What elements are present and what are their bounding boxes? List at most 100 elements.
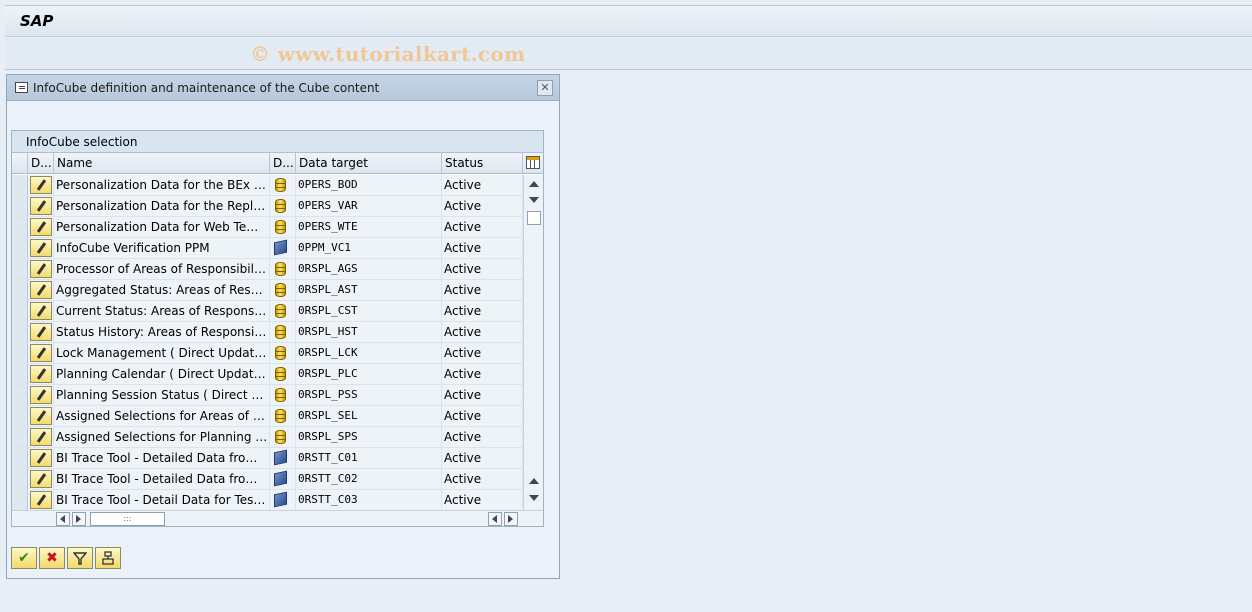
row-selector[interactable] xyxy=(12,175,28,195)
hierarchy-button[interactable] xyxy=(95,547,121,569)
horizontal-scrollbar[interactable]: ::: xyxy=(12,510,543,526)
table-row[interactable]: Current Status: Areas of Responsibility.… xyxy=(12,301,523,322)
name-cell[interactable]: InfoCube Verification PPM xyxy=(54,238,270,258)
row-selector[interactable] xyxy=(12,469,28,489)
edit-pencil-icon[interactable] xyxy=(30,239,52,257)
row-selector[interactable] xyxy=(12,427,28,447)
row-selector[interactable] xyxy=(12,280,28,300)
edit-pencil-icon[interactable] xyxy=(30,491,52,509)
edit-pencil-icon[interactable] xyxy=(30,407,52,425)
status-cell[interactable]: Active xyxy=(442,301,523,321)
name-cell[interactable]: Status History: Areas of Responsibility … xyxy=(54,322,270,342)
data-target-cell[interactable]: 0RSPL_AST xyxy=(296,280,442,300)
data-target-cell[interactable]: 0RSTT_C01 xyxy=(296,448,442,468)
data-target-cell[interactable]: 0RSPL_PLC xyxy=(296,364,442,384)
column-header-display[interactable]: D... xyxy=(28,153,54,173)
table-row[interactable]: Assigned Selections for Planning Sessi..… xyxy=(12,427,523,448)
data-target-cell[interactable]: 0PERS_VAR xyxy=(296,196,442,216)
name-cell[interactable]: Current Status: Areas of Responsibility.… xyxy=(54,301,270,321)
name-cell[interactable]: Processor of Areas of Responsibility ( .… xyxy=(54,259,270,279)
name-cell[interactable]: Lock Management ( Direct Update ) xyxy=(54,343,270,363)
status-cell[interactable]: Active xyxy=(442,238,523,258)
status-cell[interactable]: Active xyxy=(442,175,523,195)
row-selector[interactable] xyxy=(12,343,28,363)
horizontal-scroll-thumb[interactable]: ::: xyxy=(90,512,165,526)
row-selector[interactable] xyxy=(12,301,28,321)
row-selector[interactable] xyxy=(12,490,28,510)
name-cell[interactable]: BI Trace Tool - Detailed Data from Te... xyxy=(54,448,270,468)
name-cell[interactable]: BI Trace Tool - Detailed Data from th... xyxy=(54,469,270,489)
data-target-cell[interactable]: 0RSTT_C03 xyxy=(296,490,442,510)
close-icon[interactable]: ✕ xyxy=(537,80,553,96)
table-row[interactable]: Assigned Selections for Areas of Resp...… xyxy=(12,406,523,427)
data-target-cell[interactable]: 0PERS_BOD xyxy=(296,175,442,195)
name-cell[interactable]: Planning Session Status ( Direct Upda... xyxy=(54,385,270,405)
scroll-down-icon[interactable] xyxy=(529,197,539,203)
status-cell[interactable]: Active xyxy=(442,322,523,342)
scroll-far-right-button[interactable] xyxy=(504,512,518,526)
name-cell[interactable]: Personalization Data for Web Templat... xyxy=(54,217,270,237)
table-row[interactable]: Status History: Areas of Responsibility … xyxy=(12,322,523,343)
table-row[interactable]: Planning Session Status ( Direct Upda...… xyxy=(12,385,523,406)
data-target-cell[interactable]: 0RSPL_PSS xyxy=(296,385,442,405)
status-cell[interactable]: Active xyxy=(442,427,523,447)
table-row[interactable]: Planning Calendar ( Direct Update ) 0RSPL… xyxy=(12,364,523,385)
data-target-cell[interactable]: 0PPM_VC1 xyxy=(296,238,442,258)
status-cell[interactable]: Active xyxy=(442,490,523,510)
column-header-name[interactable]: Name xyxy=(54,153,270,173)
cancel-button[interactable]: ✖ xyxy=(39,547,65,569)
edit-pencil-icon[interactable] xyxy=(30,176,52,194)
name-cell[interactable]: BI Trace Tool - Detail Data for Test E..… xyxy=(54,490,270,510)
table-row[interactable]: InfoCube Verification PPM 0PPM_VC1 Active xyxy=(12,238,523,259)
status-cell[interactable]: Active xyxy=(442,343,523,363)
edit-pencil-icon[interactable] xyxy=(30,260,52,278)
status-cell[interactable]: Active xyxy=(442,196,523,216)
table-row[interactable]: Processor of Areas of Responsibility ( .… xyxy=(12,259,523,280)
edit-pencil-icon[interactable] xyxy=(30,365,52,383)
layout-config-button[interactable] xyxy=(523,153,543,173)
name-cell[interactable]: Personalization Data for the BEx Open... xyxy=(54,175,270,195)
data-target-cell[interactable]: 0RSPL_AGS xyxy=(296,259,442,279)
data-target-cell[interactable]: 0RSPL_CST xyxy=(296,301,442,321)
status-cell[interactable]: Active xyxy=(442,217,523,237)
table-row[interactable]: BI Trace Tool - Detailed Data from th...… xyxy=(12,469,523,490)
row-selector[interactable] xyxy=(12,448,28,468)
name-cell[interactable]: Planning Calendar ( Direct Update ) xyxy=(54,364,270,384)
table-row[interactable]: Personalization Data for the BEx Open...… xyxy=(12,175,523,196)
scroll-left-button[interactable] xyxy=(56,512,70,526)
edit-pencil-icon[interactable] xyxy=(30,218,52,236)
data-target-cell[interactable]: 0RSPL_HST xyxy=(296,322,442,342)
row-selector[interactable] xyxy=(12,322,28,342)
edit-pencil-icon[interactable] xyxy=(30,386,52,404)
row-selector[interactable] xyxy=(12,406,28,426)
row-selector[interactable] xyxy=(12,259,28,279)
edit-pencil-icon[interactable] xyxy=(30,470,52,488)
status-cell[interactable]: Active xyxy=(442,259,523,279)
edit-pencil-icon[interactable] xyxy=(30,428,52,446)
row-selector[interactable] xyxy=(12,238,28,258)
status-cell[interactable]: Active xyxy=(442,364,523,384)
table-row[interactable]: Personalization Data for the Replacem...… xyxy=(12,196,523,217)
scroll-page-up-icon[interactable] xyxy=(529,478,539,484)
data-target-cell[interactable]: 0RSPL_SEL xyxy=(296,406,442,426)
continue-button[interactable]: ✔ xyxy=(11,547,37,569)
table-row[interactable]: Personalization Data for Web Templat... 0… xyxy=(12,217,523,238)
table-row[interactable]: BI Trace Tool - Detail Data for Test E..… xyxy=(12,490,523,511)
edit-pencil-icon[interactable] xyxy=(30,323,52,341)
table-row[interactable]: BI Trace Tool - Detailed Data from Te...… xyxy=(12,448,523,469)
status-cell[interactable]: Active xyxy=(442,469,523,489)
column-header-type[interactable]: D... xyxy=(270,153,296,173)
column-header-data-target[interactable]: Data target xyxy=(296,153,442,173)
vertical-scrollbar[interactable] xyxy=(523,175,543,510)
data-target-cell[interactable]: 0RSTT_C02 xyxy=(296,469,442,489)
name-cell[interactable]: Aggregated Status: Areas of Responsi... xyxy=(54,280,270,300)
name-cell[interactable]: Assigned Selections for Areas of Resp... xyxy=(54,406,270,426)
filter-button[interactable] xyxy=(67,547,93,569)
table-row[interactable]: Lock Management ( Direct Update ) 0RSPL_L… xyxy=(12,343,523,364)
scroll-up-icon[interactable] xyxy=(529,181,539,187)
column-header-status[interactable]: Status xyxy=(442,153,523,173)
name-cell[interactable]: Personalization Data for the Replacem... xyxy=(54,196,270,216)
row-selector[interactable] xyxy=(12,196,28,216)
edit-pencil-icon[interactable] xyxy=(30,281,52,299)
edit-pencil-icon[interactable] xyxy=(30,449,52,467)
